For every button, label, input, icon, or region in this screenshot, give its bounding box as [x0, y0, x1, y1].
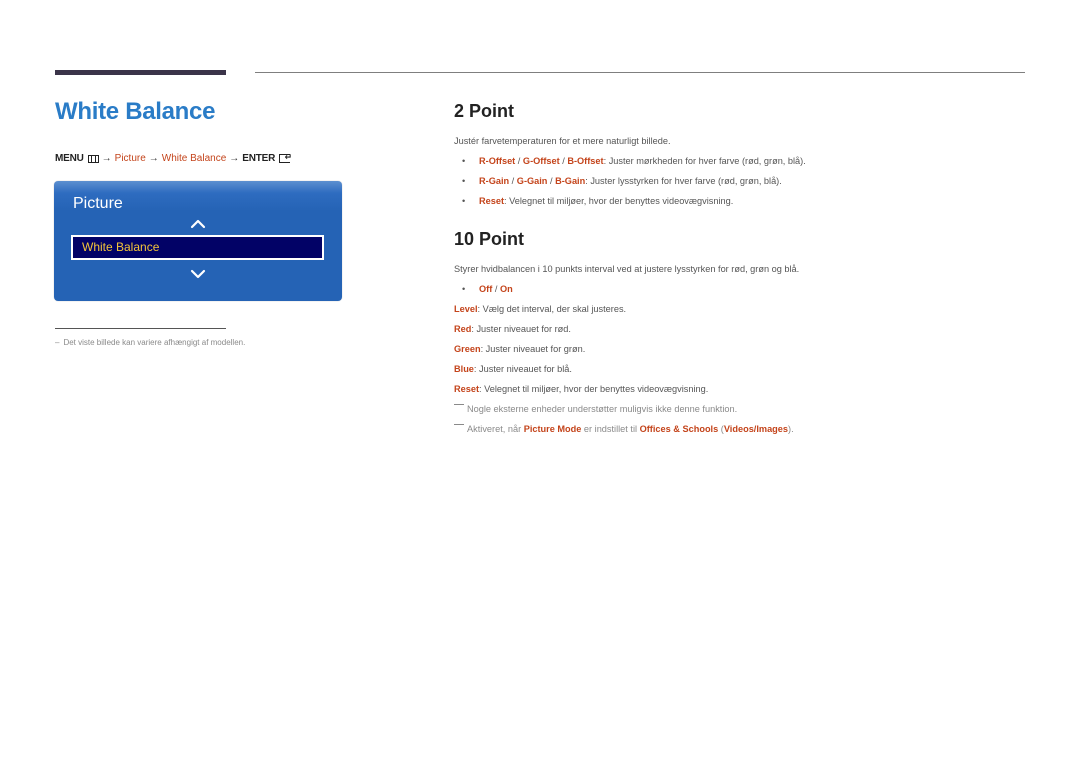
breadcrumb: MENU → Picture → White Balance → ENTER ↵ — [55, 153, 292, 165]
term-r-offset: R-Offset — [479, 156, 516, 166]
breadcrumb-picture[interactable]: Picture — [115, 153, 146, 164]
list-item-options: • Off / On — [462, 284, 513, 294]
bullet-icon: • — [462, 156, 466, 166]
arrow-icon: → — [229, 153, 240, 164]
item-blue: Blue: Juster niveauet for blå. — [454, 364, 572, 374]
term-level: Level — [454, 304, 478, 314]
section-heading-10-point: 10 Point — [454, 229, 525, 249]
section-heading-2-point: 2 Point — [454, 101, 515, 121]
footnote: – Det viste billede kan variere afhængigt… — [55, 338, 245, 347]
term-g-offset: G-Offset — [522, 156, 560, 166]
option-off: Off — [479, 284, 493, 294]
term-r-gain: R-Gain — [479, 176, 510, 186]
description: : Vælg det interval, der skal justeres. — [477, 304, 627, 314]
chevron-up-icon[interactable] — [190, 219, 206, 229]
item-green: Green: Juster niveauet for grøn. — [454, 344, 585, 354]
bullet-icon: • — [462, 284, 466, 294]
separator: / — [509, 176, 517, 186]
separator: / — [547, 176, 556, 186]
header-rule-thin — [255, 72, 1025, 73]
term-b-gain: B-Gain — [555, 176, 586, 186]
bullet-icon: • — [462, 176, 466, 186]
separator: / — [492, 284, 500, 294]
note-close: ). — [788, 424, 794, 434]
arrow-icon: → — [101, 153, 112, 164]
breadcrumb-menu: MENU — [55, 153, 84, 164]
osd-menu-item-white-balance[interactable]: White Balance — [71, 235, 324, 260]
description: : Juster lysstyrken for hver farve (rød,… — [585, 176, 782, 186]
footnote-divider — [55, 328, 226, 329]
separator: / — [515, 156, 523, 166]
term-reset: Reset — [479, 196, 505, 206]
note: Nogle eksterne enheder understøtter muli… — [454, 404, 737, 414]
description: : Juster mørkheden for hver farve (rød, … — [603, 156, 806, 166]
bullet-icon: • — [462, 196, 466, 206]
term-picture-mode: Picture Mode — [523, 424, 582, 434]
list-item: • R-Offset / G-Offset / B-Offset: Juster … — [462, 156, 806, 166]
osd-menu-panel: Picture White Balance — [54, 181, 342, 301]
osd-menu-title: Picture — [73, 195, 123, 212]
breadcrumb-enter: ENTER — [242, 153, 276, 164]
description: : Juster niveauet for blå. — [473, 364, 572, 374]
list-item: • Reset: Velegnet til miljøer, hvor der b… — [462, 196, 733, 206]
note-text: Nogle eksterne enheder understøtter muli… — [467, 404, 738, 414]
description: : Velegnet til miljøer, hvor der benytte… — [504, 196, 734, 206]
description: : Juster niveauet for rød. — [471, 324, 571, 334]
term-reset: Reset — [454, 384, 480, 394]
footnote-dash: – — [55, 338, 60, 347]
note-dash — [454, 404, 464, 405]
term-g-gain: G-Gain — [516, 176, 548, 186]
section-10-point-intro: Styrer hvidbalancen i 10 punkts interval… — [454, 264, 800, 274]
option-on: On — [499, 284, 513, 294]
description: : Juster niveauet for grøn. — [480, 344, 586, 354]
note: Aktiveret, når Picture Mode er indstille… — [454, 424, 794, 434]
chevron-down-icon[interactable] — [190, 269, 206, 279]
term-blue: Blue — [454, 364, 474, 374]
note-middle: er indstillet til — [581, 424, 640, 434]
note-dash — [454, 424, 464, 425]
term-offices-schools: Offices & Schools — [639, 424, 719, 434]
term-green: Green — [454, 344, 481, 354]
term-videos-images: Videos/Images — [723, 424, 789, 434]
menu-grid-icon — [87, 154, 99, 163]
enter-icon: ↵ — [279, 153, 292, 163]
item-reset: Reset: Velegnet til miljøer, hvor der be… — [454, 384, 708, 394]
list-item: • R-Gain / G-Gain / B-Gain: Juster lyssty… — [462, 176, 782, 186]
header-rule-thick — [55, 70, 226, 75]
item-level: Level: Vælg det interval, der skal juste… — [454, 304, 626, 314]
term-red: Red — [454, 324, 472, 334]
description: : Velegnet til miljøer, hvor der benytte… — [479, 384, 709, 394]
arrow-icon: → — [148, 153, 159, 164]
page-title: White Balance — [55, 98, 216, 125]
note-prefix: Aktiveret, når — [467, 424, 524, 434]
breadcrumb-white-balance[interactable]: White Balance — [162, 153, 226, 164]
term-b-offset: B-Offset — [567, 156, 604, 166]
footnote-text: Det viste billede kan variere afhængigt … — [63, 338, 246, 347]
section-2-point-intro: Justér farvetemperaturen for et mere nat… — [454, 136, 671, 146]
item-red: Red: Juster niveauet for rød. — [454, 324, 571, 334]
